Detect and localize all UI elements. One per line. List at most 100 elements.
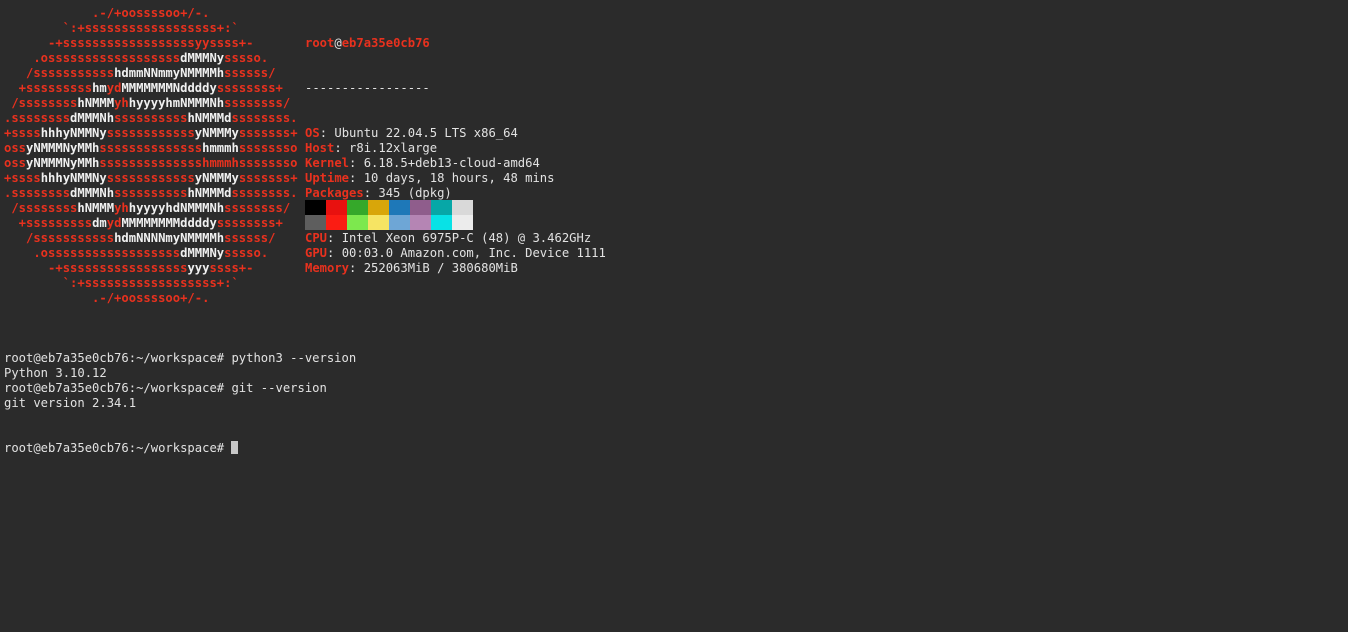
info-row-packages: Packages: 345 (dpkg) bbox=[305, 186, 606, 201]
info-value: : 00:03.0 Amazon.com, Inc. Device 1111 bbox=[327, 246, 606, 260]
logo-segment: .-/+oossssoo+/-. bbox=[4, 6, 210, 20]
logo-segment: ssssss/ bbox=[224, 231, 276, 245]
logo-segment: dMMMNh bbox=[70, 186, 115, 200]
color-swatch bbox=[368, 215, 389, 230]
logo-line: /ssssssssssshdmmNNmmyNMMMMhssssss/ bbox=[4, 66, 298, 81]
logo-line: ossyNMMMNyMMhsssssssssssssshmmmhssssssso bbox=[4, 141, 298, 156]
logo-segment: ssssssssssss bbox=[106, 126, 195, 140]
logo-segment: ssss+- bbox=[209, 261, 254, 275]
logo-segment: yyy bbox=[187, 261, 210, 275]
color-swatch bbox=[347, 215, 368, 230]
logo-segment: hm bbox=[92, 81, 107, 95]
shell-output: root@eb7a35e0cb76:~/workspace# python3 -… bbox=[4, 321, 356, 486]
logo-segment: sssssss+ bbox=[238, 126, 298, 140]
logo-segment: oss bbox=[4, 141, 27, 155]
info-key: Uptime bbox=[305, 171, 350, 185]
logo-line: .ssssssssdMMMNhsssssssssshNMMMdssssssss. bbox=[4, 186, 298, 201]
logo-segment: ssssssss+ bbox=[216, 81, 283, 95]
logo-segment: `:+ssssssssssssssssss+:` bbox=[4, 276, 239, 290]
active-prompt-line[interactable]: root@eb7a35e0cb76:~/workspace# bbox=[4, 441, 356, 456]
color-swatch bbox=[326, 215, 347, 230]
logo-segment: yh bbox=[114, 96, 129, 110]
logo-line: .ssssssssdMMMNhsssssssssshNMMMdssssssss. bbox=[4, 111, 298, 126]
logo-line: ossyNMMMNyMMhsssssssssssssshmmmhssssssso bbox=[4, 156, 298, 171]
logo-segment: hNMMM bbox=[77, 201, 115, 215]
color-swatch bbox=[452, 200, 473, 215]
shell-line: Python 3.10.12 bbox=[4, 366, 107, 380]
logo-segment: hhhyNMMNy bbox=[40, 126, 107, 140]
logo-line: +sssssssssdmydMMMMMMMMddddyssssssss+ bbox=[4, 216, 298, 231]
logo-segment: MMMMMMMNddddy bbox=[121, 81, 217, 95]
info-value: : 6.18.5+deb13-cloud-amd64 bbox=[349, 156, 540, 170]
color-swatch bbox=[305, 215, 326, 230]
color-palette bbox=[305, 200, 473, 230]
logo-segment: hyyyyhmNMMMNh bbox=[128, 96, 225, 110]
logo-segment: hdmmNNmmyNMMMMh bbox=[114, 66, 225, 80]
info-value: : 252063MiB / 380680MiB bbox=[349, 261, 518, 275]
text-cursor[interactable] bbox=[231, 441, 239, 454]
color-swatch bbox=[326, 200, 347, 215]
logo-segment: /ssssssss bbox=[4, 201, 78, 215]
color-swatch bbox=[410, 200, 431, 215]
logo-segment: .ossssssssssssssssss bbox=[4, 51, 181, 65]
info-row-uptime: Uptime: 10 days, 18 hours, 48 mins bbox=[305, 171, 606, 186]
logo-segment: ssssssss/ bbox=[224, 96, 291, 110]
logo-segment: ssssssssss bbox=[114, 111, 188, 125]
info-value: : Ubuntu 22.04.5 LTS x86_64 bbox=[319, 126, 518, 140]
logo-segment: +ssss bbox=[4, 171, 41, 185]
logo-line: -+ssssssssssssssssssyyssss+- bbox=[4, 36, 298, 51]
logo-segment: hNMMMd bbox=[187, 186, 232, 200]
logo-segment: sssssssssssssshmmmh bbox=[99, 156, 239, 170]
info-key: Memory bbox=[305, 261, 350, 275]
logo-line: `:+ssssssssssssssssss+:` bbox=[4, 21, 298, 36]
shell-prompt: root@eb7a35e0cb76:~/workspace# bbox=[4, 441, 232, 455]
user-host-line: root@eb7a35e0cb76 bbox=[305, 36, 606, 51]
shell-line: root@eb7a35e0cb76:~/workspace# python3 -… bbox=[4, 351, 357, 365]
logo-segment: ssssssss+ bbox=[216, 216, 283, 230]
logo-segment: dMMMNy bbox=[180, 246, 225, 260]
info-key: OS bbox=[305, 126, 320, 140]
logo-line: +ssssssssshmydMMMMMMMNddddyssssssss+ bbox=[4, 81, 298, 96]
logo-segment: hdmNNNNmyNMMMMh bbox=[114, 231, 225, 245]
logo-segment: /ssssssss bbox=[4, 96, 78, 110]
logo-segment: hNMMMd bbox=[187, 111, 232, 125]
system-info: root@eb7a35e0cb76 ----------------- OS: … bbox=[305, 6, 606, 306]
logo-segment: /sssssssssss bbox=[4, 231, 115, 245]
logo-segment: .-/+oossssoo+/-. bbox=[4, 291, 210, 305]
palette-bright-row bbox=[305, 215, 473, 230]
logo-line: `:+ssssssssssssssssss+:` bbox=[4, 276, 298, 291]
color-swatch bbox=[431, 200, 452, 215]
info-key: Host bbox=[305, 141, 335, 155]
color-swatch bbox=[347, 200, 368, 215]
shell-line: root@eb7a35e0cb76:~/workspace# git --ver… bbox=[4, 381, 327, 395]
shell-line: git version 2.34.1 bbox=[4, 396, 137, 410]
host-name: eb7a35e0cb76 bbox=[341, 36, 430, 50]
logo-segment: hNMMM bbox=[77, 96, 115, 110]
logo-segment: ssssssss. bbox=[231, 111, 298, 125]
logo-segment: yd bbox=[106, 216, 122, 230]
logo-segment: ssssssssssss bbox=[106, 171, 195, 185]
logo-segment: oss bbox=[4, 156, 27, 170]
logo-segment: dMMMNy bbox=[180, 51, 225, 65]
logo-segment: `:+ssssssssssssssssss+:` bbox=[4, 21, 239, 35]
logo-segment: -+sssssssssssssssss bbox=[4, 261, 188, 275]
info-row-os: OS: Ubuntu 22.04.5 LTS x86_64 bbox=[305, 126, 606, 141]
logo-segment: sssso. bbox=[224, 51, 269, 65]
logo-line: /ssssssssssshdmNNNNmyNMMMMhssssss/ bbox=[4, 231, 298, 246]
logo-segment: ssssssso bbox=[238, 156, 298, 170]
logo-segment: +sssssssss bbox=[4, 81, 93, 95]
logo-segment: yNMMMNyMMh bbox=[26, 141, 100, 155]
info-value: : Intel Xeon 6975P-C (48) @ 3.462GHz bbox=[327, 231, 592, 245]
info-row-cpu: CPU: Intel Xeon 6975P-C (48) @ 3.462GHz bbox=[305, 231, 606, 246]
logo-segment: .ssssssss bbox=[4, 186, 71, 200]
logo-segment: yNMMMy bbox=[194, 126, 239, 140]
info-value: : r8i.12xlarge bbox=[334, 141, 438, 155]
at-sign: @ bbox=[334, 36, 342, 50]
palette-normal-row bbox=[305, 200, 473, 215]
terminal-window[interactable]: .-/+oossssoo+/-. `:+ssssssssssssssssss+:… bbox=[0, 0, 1348, 632]
logo-segment: yd bbox=[106, 81, 122, 95]
logo-segment: ssssssssss bbox=[114, 186, 188, 200]
logo-line: .ossssssssssssssssssdMMMNysssso. bbox=[4, 51, 298, 66]
info-row-memory: Memory: 252063MiB / 380680MiB bbox=[305, 261, 606, 276]
user-name: root bbox=[305, 36, 335, 50]
